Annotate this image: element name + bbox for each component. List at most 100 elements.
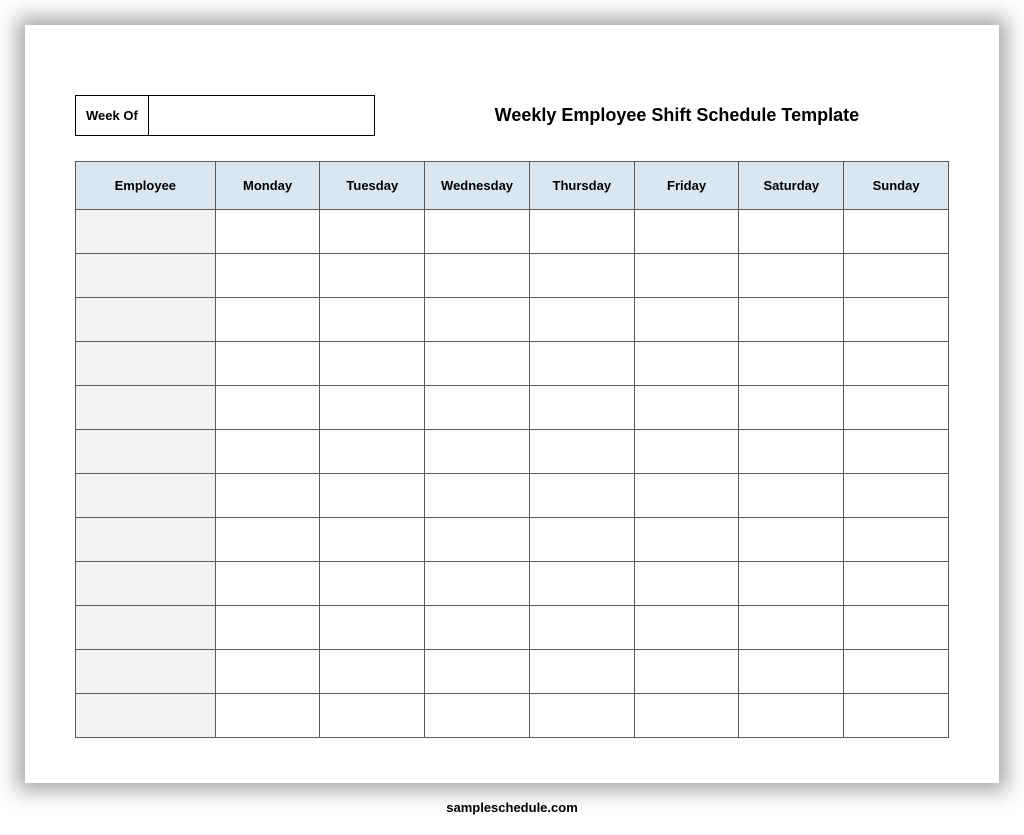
column-header-wednesday: Wednesday <box>425 162 530 210</box>
employee-cell <box>76 606 216 650</box>
shift-cell <box>634 386 739 430</box>
shift-cell <box>215 342 320 386</box>
shift-cell <box>215 254 320 298</box>
shift-cell <box>529 210 634 254</box>
shift-cell <box>215 386 320 430</box>
shift-cell <box>320 474 425 518</box>
schedule-table: Employee Monday Tuesday Wednesday Thursd… <box>75 161 949 738</box>
shift-cell <box>529 342 634 386</box>
employee-cell <box>76 342 216 386</box>
employee-cell <box>76 210 216 254</box>
column-header-tuesday: Tuesday <box>320 162 425 210</box>
page-title: Weekly Employee Shift Schedule Template <box>405 105 949 126</box>
shift-cell <box>634 474 739 518</box>
shift-cell <box>844 474 949 518</box>
shift-cell <box>634 694 739 738</box>
shift-cell <box>529 518 634 562</box>
employee-cell <box>76 386 216 430</box>
shift-cell <box>320 650 425 694</box>
shift-cell <box>634 562 739 606</box>
employee-cell <box>76 298 216 342</box>
column-header-monday: Monday <box>215 162 320 210</box>
shift-cell <box>739 606 844 650</box>
shift-cell <box>320 694 425 738</box>
shift-cell <box>739 694 844 738</box>
week-of-label: Week Of <box>76 96 149 135</box>
shift-cell <box>320 518 425 562</box>
table-row <box>76 210 949 254</box>
shift-cell <box>634 430 739 474</box>
shift-cell <box>739 210 844 254</box>
shift-cell <box>739 650 844 694</box>
shift-cell <box>215 606 320 650</box>
shift-cell <box>739 298 844 342</box>
table-row <box>76 254 949 298</box>
shift-cell <box>215 298 320 342</box>
shift-cell <box>215 430 320 474</box>
table-row <box>76 342 949 386</box>
footer-text: sampleschedule.com <box>0 800 1024 815</box>
shift-cell <box>215 210 320 254</box>
column-header-employee: Employee <box>76 162 216 210</box>
shift-cell <box>844 210 949 254</box>
week-of-box: Week Of <box>75 95 375 136</box>
shift-cell <box>320 386 425 430</box>
shift-cell <box>320 342 425 386</box>
column-header-friday: Friday <box>634 162 739 210</box>
header-row: Week Of Weekly Employee Shift Schedule T… <box>75 95 949 136</box>
employee-cell <box>76 254 216 298</box>
shift-cell <box>634 342 739 386</box>
shift-cell <box>844 562 949 606</box>
shift-cell <box>215 562 320 606</box>
shift-cell <box>739 474 844 518</box>
column-header-sunday: Sunday <box>844 162 949 210</box>
shift-cell <box>425 518 530 562</box>
shift-cell <box>320 254 425 298</box>
shift-cell <box>529 606 634 650</box>
shift-cell <box>844 342 949 386</box>
shift-cell <box>634 298 739 342</box>
shift-cell <box>739 430 844 474</box>
shift-cell <box>634 254 739 298</box>
shift-cell <box>425 298 530 342</box>
week-of-value <box>149 96 374 135</box>
employee-cell <box>76 518 216 562</box>
shift-cell <box>529 430 634 474</box>
shift-cell <box>320 298 425 342</box>
shift-cell <box>425 562 530 606</box>
employee-cell <box>76 430 216 474</box>
shift-cell <box>320 210 425 254</box>
shift-cell <box>425 694 530 738</box>
shift-cell <box>844 386 949 430</box>
shift-cell <box>529 254 634 298</box>
shift-cell <box>844 518 949 562</box>
shift-cell <box>215 650 320 694</box>
table-row <box>76 298 949 342</box>
shift-cell <box>634 606 739 650</box>
column-header-saturday: Saturday <box>739 162 844 210</box>
shift-cell <box>215 474 320 518</box>
shift-cell <box>529 298 634 342</box>
shift-cell <box>425 386 530 430</box>
table-row <box>76 430 949 474</box>
employee-cell <box>76 474 216 518</box>
shift-cell <box>529 386 634 430</box>
shift-cell <box>844 606 949 650</box>
shift-cell <box>320 606 425 650</box>
shift-cell <box>844 694 949 738</box>
table-row <box>76 386 949 430</box>
table-row <box>76 518 949 562</box>
shift-cell <box>320 562 425 606</box>
shift-cell <box>739 518 844 562</box>
shift-cell <box>425 342 530 386</box>
shift-cell <box>529 562 634 606</box>
table-row <box>76 474 949 518</box>
document-page: Week Of Weekly Employee Shift Schedule T… <box>25 25 999 783</box>
shift-cell <box>739 342 844 386</box>
shift-cell <box>634 518 739 562</box>
table-row <box>76 650 949 694</box>
shift-cell <box>529 474 634 518</box>
shift-cell <box>739 562 844 606</box>
shift-cell <box>634 650 739 694</box>
table-header-row: Employee Monday Tuesday Wednesday Thursd… <box>76 162 949 210</box>
